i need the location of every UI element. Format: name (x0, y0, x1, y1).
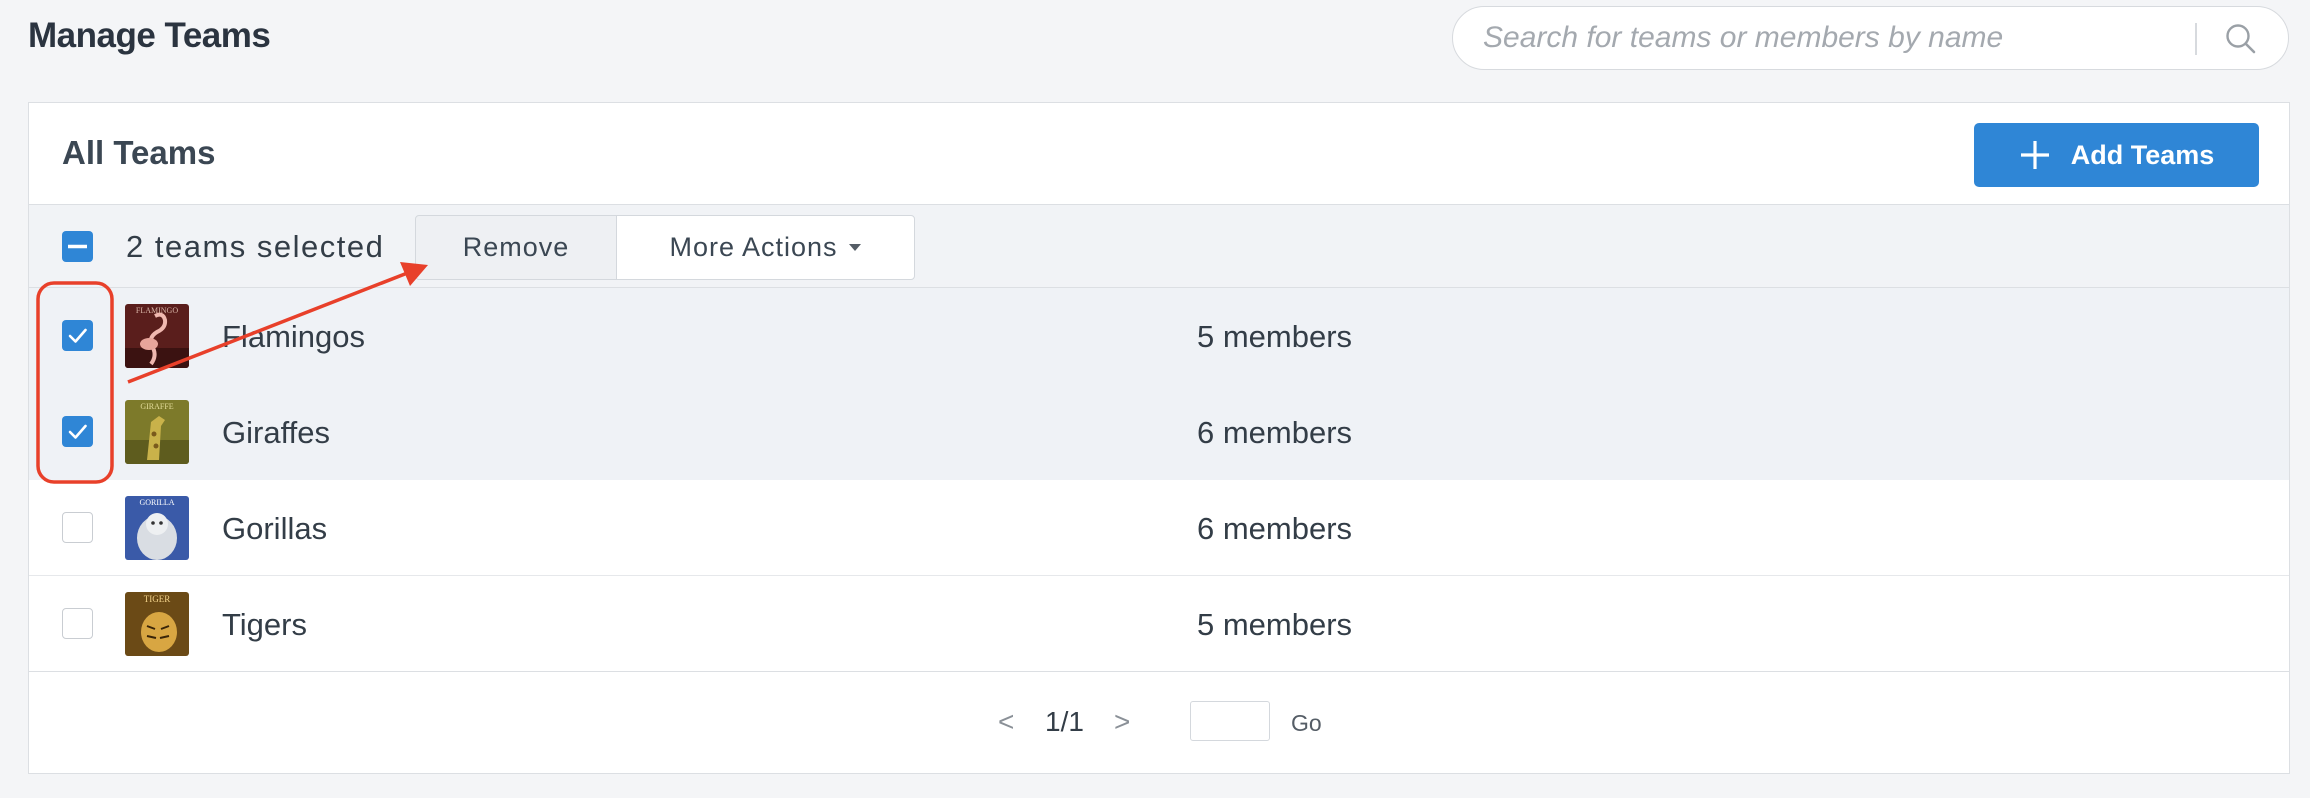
row-checkbox[interactable] (62, 320, 93, 351)
tiger-image: TIGER (125, 592, 189, 656)
remove-button[interactable]: Remove (415, 215, 617, 280)
row-checkbox[interactable] (62, 416, 93, 447)
search-icon[interactable] (2223, 21, 2259, 57)
select-all-checkbox[interactable] (62, 231, 93, 262)
check-icon (68, 424, 87, 439)
remove-label: Remove (462, 232, 570, 262)
team-avatar: TIGER (125, 592, 189, 656)
search-input[interactable] (1483, 7, 2203, 69)
team-row[interactable]: GORILLA Gorillas 6 members (29, 480, 2289, 576)
more-actions-button[interactable]: More Actions (616, 215, 915, 280)
panel-title: All Teams (62, 134, 216, 171)
gorilla-image: GORILLA (125, 496, 189, 560)
prev-page-button[interactable]: < (998, 706, 1014, 738)
search-divider (2195, 23, 2197, 55)
row-checkbox[interactable] (62, 608, 93, 639)
team-name: Tigers (222, 607, 307, 642)
avatar-text: FLAMINGO (136, 306, 178, 315)
row-checkbox[interactable] (62, 512, 93, 543)
team-name: Giraffes (222, 415, 330, 450)
panel-header: All Teams Add Teams (29, 103, 2289, 205)
bulk-action-bar: 2 teams selected Remove More Actions (29, 205, 2289, 288)
next-page-button[interactable]: > (1114, 706, 1130, 738)
page-title: Manage Teams (28, 16, 271, 55)
avatar-text: TIGER (144, 594, 171, 604)
team-name: Gorillas (222, 511, 328, 546)
minus-icon (68, 244, 87, 249)
check-icon (68, 328, 87, 343)
member-count: 6 members (1197, 511, 1353, 546)
team-avatar: GORILLA (125, 496, 189, 560)
avatar-text: GORILLA (139, 498, 174, 507)
member-count: 5 members (1197, 319, 1353, 354)
team-name: Flamingos (222, 319, 365, 354)
member-count: 5 members (1197, 607, 1353, 642)
page-number-input[interactable] (1190, 701, 1270, 741)
add-teams-label: Add Teams (2070, 139, 2215, 170)
member-count: 6 members (1197, 415, 1353, 450)
giraffe-image: GIRAFFE (125, 400, 189, 464)
pagination: < 1/1 > Go (29, 671, 2289, 773)
team-avatar: FLAMINGO (125, 304, 189, 368)
more-actions-label: More Actions (669, 232, 838, 262)
page-indicator: 1/1 (1045, 706, 1084, 737)
team-row[interactable]: TIGER Tigers 5 members (29, 576, 2289, 672)
caret-down-icon (848, 243, 861, 251)
add-teams-button[interactable]: Add Teams (1974, 123, 2259, 187)
search-bar[interactable] (1452, 6, 2289, 70)
selected-count: 2 teams selected (126, 229, 385, 264)
team-avatar: GIRAFFE (125, 400, 189, 464)
teams-panel: All Teams Add Teams 2 teams selected Rem… (28, 102, 2290, 774)
avatar-text: GIRAFFE (140, 402, 173, 411)
team-row[interactable]: GIRAFFE Giraffes 6 members (29, 384, 2289, 480)
flamingo-image: FLAMINGO (125, 304, 189, 368)
team-row[interactable]: FLAMINGO Flamingos 5 members (29, 288, 2289, 384)
go-button[interactable]: Go (1291, 710, 1322, 737)
plus-icon (2020, 141, 2049, 169)
